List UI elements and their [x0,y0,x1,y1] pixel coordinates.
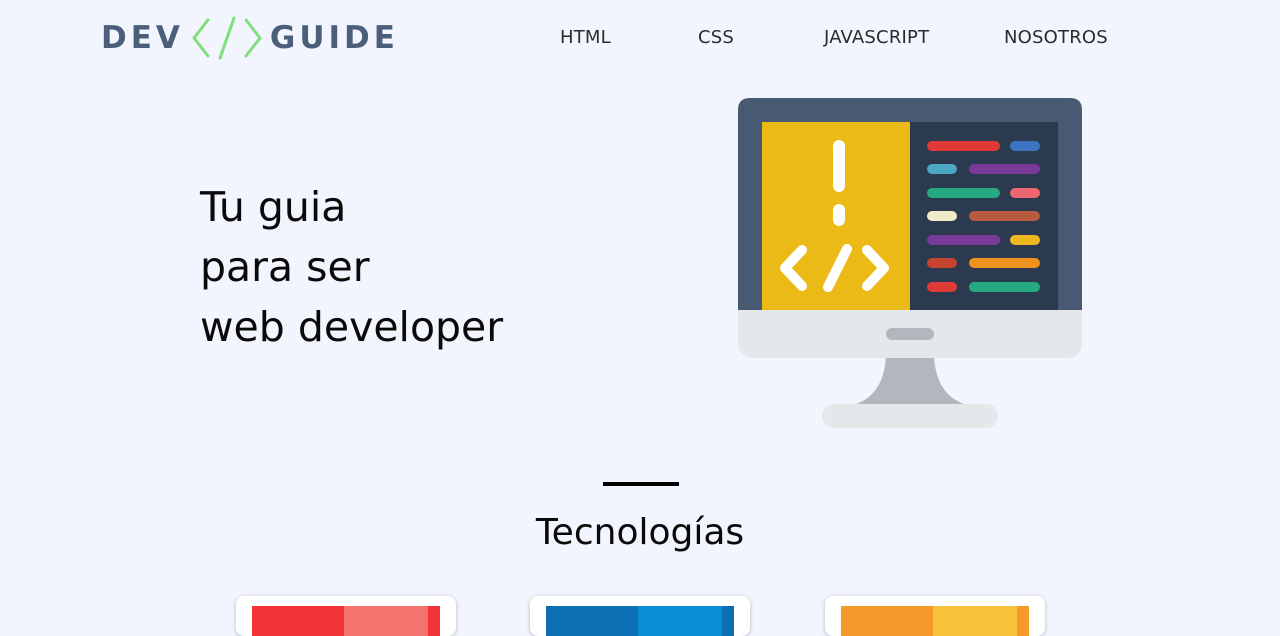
technologies-title: Tecnologías [535,512,745,553]
hero-line: para ser [200,243,370,291]
tech-card-javascript[interactable] [825,596,1045,636]
nav-link-css[interactable]: CSS [698,27,734,49]
header: DEV GUIDE HTML CSS JAVASCRIPT NOSOTROS [0,0,1280,80]
hero-line: Tu guia [200,183,347,231]
html5-icon [252,606,440,636]
hero-heading: Tu guia para ser web developer [200,177,503,357]
nav-link-javascript[interactable]: JAVASCRIPT [824,27,929,49]
javascript-icon [841,606,1029,636]
nav-link-nosotros[interactable]: NOSOTROS [1004,27,1108,49]
hero-line: web developer [200,303,504,351]
css3-icon [546,606,734,636]
tech-card-css[interactable] [530,596,750,636]
code-brackets-icon [192,16,262,60]
nav-link-html[interactable]: HTML [560,27,611,49]
logo-guide-text: GUIDE [269,20,399,56]
section-divider [603,482,679,486]
monitor-code-icon [738,98,1082,428]
logo[interactable]: DEV GUIDE [101,14,399,62]
logo-dev-text: DEV [101,20,184,56]
tech-card-html[interactable] [236,596,456,636]
